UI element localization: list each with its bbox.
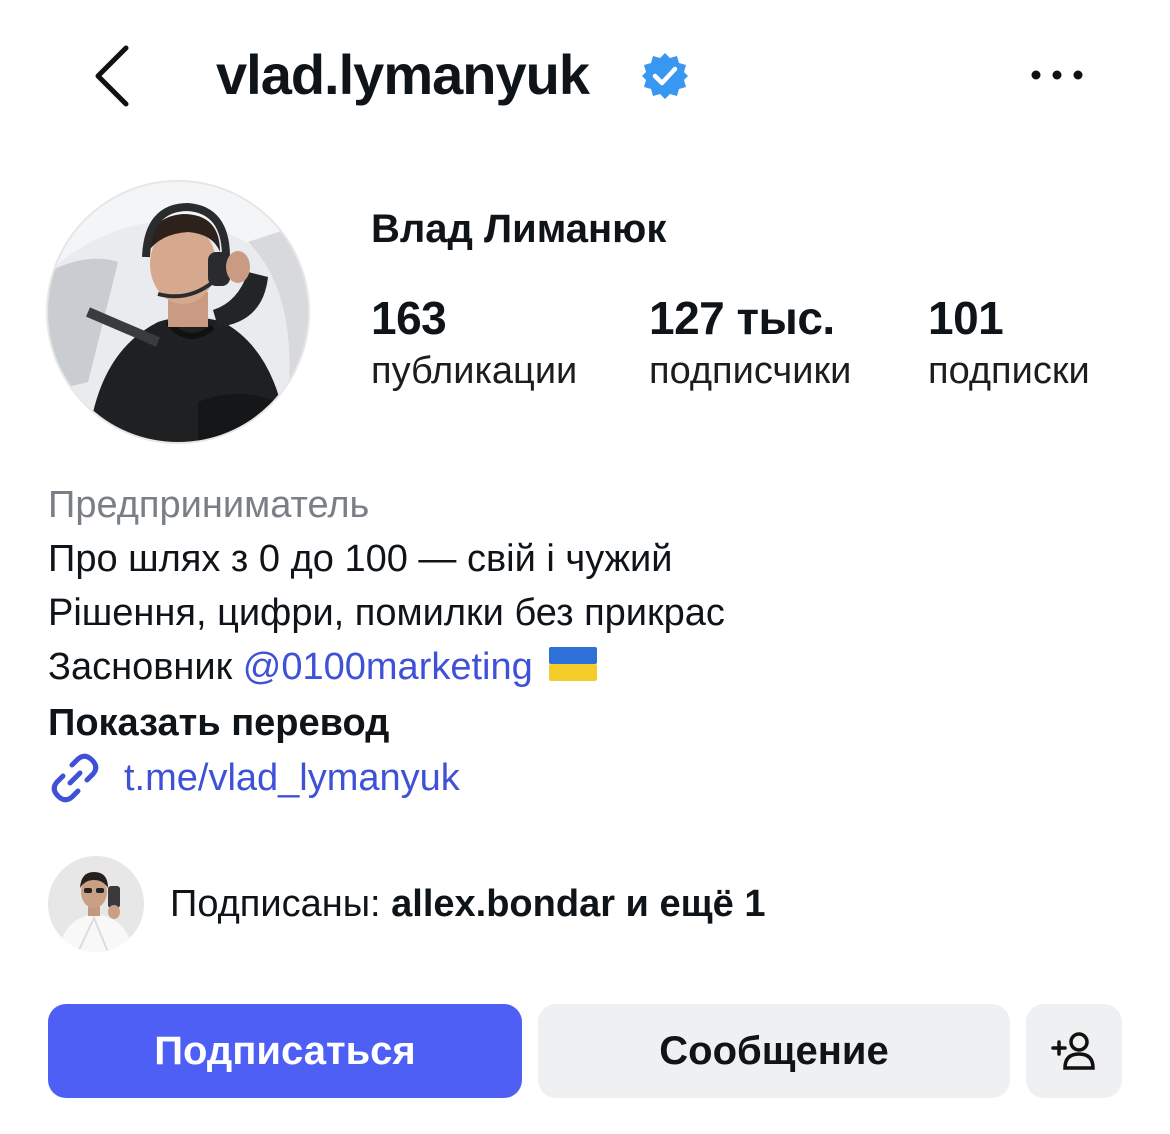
more-options-button[interactable] [1022,50,1092,100]
stat-following-label: подписки [928,350,1090,392]
more-horizontal-icon [1031,70,1083,80]
stat-following-value: 101 [928,292,1004,344]
followed-by-prefix: Подписаны: [170,883,392,925]
stat-followers[interactable]: 127 тыс. подписчики [649,290,851,396]
bio-line: Рішення, цифри, помилки без прикрас [48,592,725,634]
profile-bio: Предприниматель Про шлях з 0 до 100 — св… [48,478,1128,750]
link-icon [51,753,99,803]
followed-by-suffix: и ещё 1 [614,883,766,925]
profile-username: vlad.lymanyuk [216,43,590,106]
profile-full-name: Влад Лиманюк [371,207,667,251]
profile-category: Предприниматель [48,484,370,526]
back-button[interactable] [80,36,150,116]
stat-following[interactable]: 101 подписки [928,290,1090,396]
profile-avatar[interactable] [48,182,308,442]
mention-link[interactable]: @0100marketing [243,646,533,688]
followed-by-text[interactable]: Подписаны: allex.bondar и ещё 1 [170,878,765,930]
ukraine-flag-icon [549,642,598,696]
external-link-text[interactable]: t.me/vlad_lymanyuk [124,750,460,806]
add-person-icon [1051,1032,1095,1070]
followed-by-user[interactable]: allex.bondar [391,883,615,925]
profile-external-link[interactable]: t.me/vlad_lymanyuk [48,750,460,806]
follow-button[interactable]: Подписаться [48,1004,522,1098]
followed-by-avatar[interactable] [48,856,144,952]
bio-founder-line: Засновник @0100marketing [48,640,1128,696]
suggested-users-button[interactable] [1026,1004,1122,1098]
chevron-left-icon [95,45,129,107]
stat-posts[interactable]: 163 публикации [371,290,577,396]
verified-badge-icon [640,51,690,101]
stat-posts-label: публикации [371,350,578,392]
stat-followers-value: 127 тыс. [649,292,835,344]
bio-line: Про шлях з 0 до 100 — свій і чужий [48,538,673,580]
stat-posts-value: 163 [371,292,447,344]
message-button[interactable]: Сообщение [538,1004,1010,1098]
stat-followers-label: подписчики [649,350,852,392]
show-translation-button[interactable]: Показать перевод [48,696,1128,750]
bio-founder-prefix: Засновник [48,646,243,688]
